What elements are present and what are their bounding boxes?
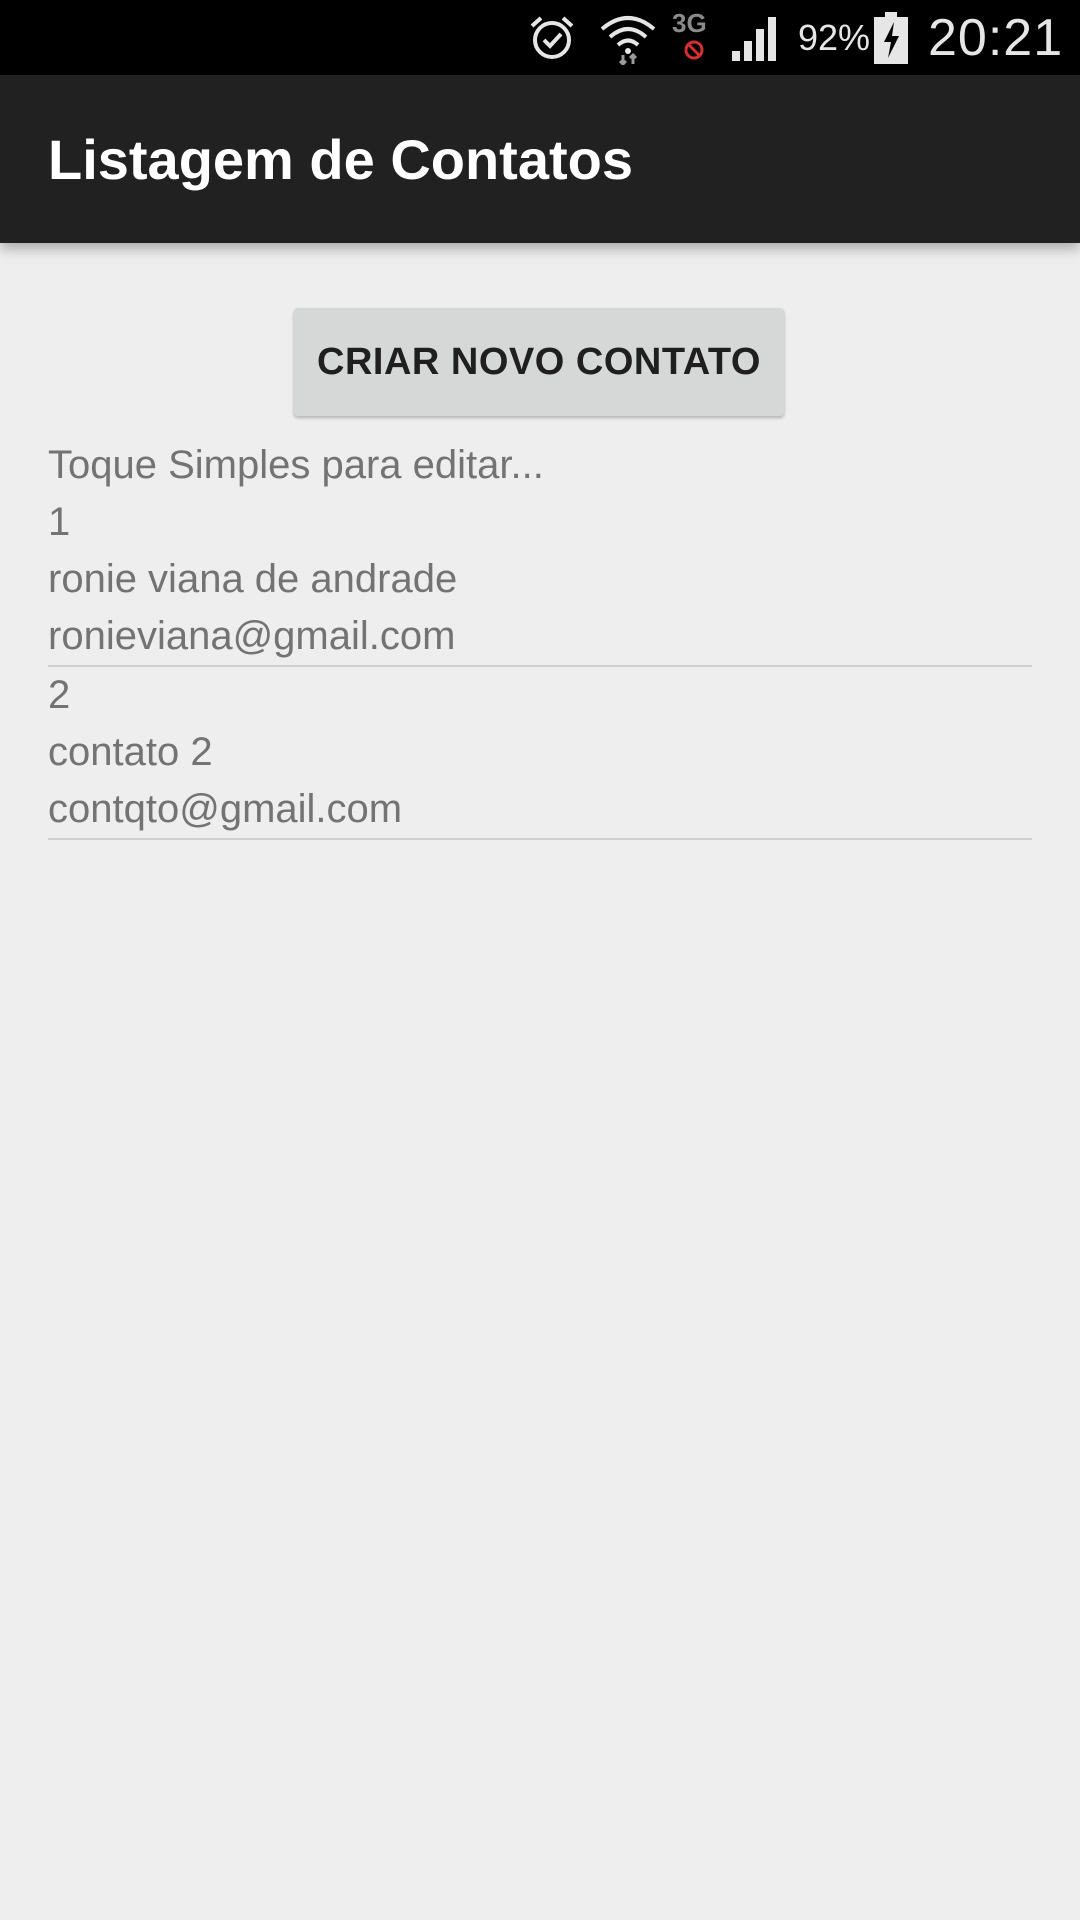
contact-email: ronieviana@gmail.com (48, 614, 456, 658)
contact-list: 1 ronie viana de andrade ronieviana@gmai… (48, 494, 1032, 840)
list-item[interactable]: 2 contato 2 contqto@gmail.com (48, 667, 1032, 840)
status-bar: 3G 92% 20:21 (0, 0, 1080, 75)
3g-icon: 3G (668, 0, 720, 75)
contact-email: contqto@gmail.com (48, 787, 403, 831)
3g-label: 3G (672, 8, 707, 38)
contact-name: ronie viana de andrade (48, 557, 458, 601)
contact-id: 1 (48, 500, 71, 544)
battery-percent: 92% (798, 16, 871, 58)
contact-name: contato 2 (48, 730, 213, 774)
signal-icon (728, 0, 784, 75)
edit-hint: Toque Simples para editar... (48, 443, 544, 487)
create-contact-button[interactable]: CRIAR NOVO CONTATO (294, 308, 784, 416)
app-bar: Listagem de Contatos (0, 75, 1080, 243)
list-item[interactable]: 1 ronie viana de andrade ronieviana@gmai… (48, 494, 1032, 667)
alarm-icon (526, 0, 582, 75)
contact-id: 2 (48, 673, 71, 717)
status-time: 20:21 (928, 8, 1064, 67)
wifi-icon (598, 0, 660, 75)
battery-icon (874, 0, 912, 75)
page-title: Listagem de Contatos (48, 127, 633, 191)
